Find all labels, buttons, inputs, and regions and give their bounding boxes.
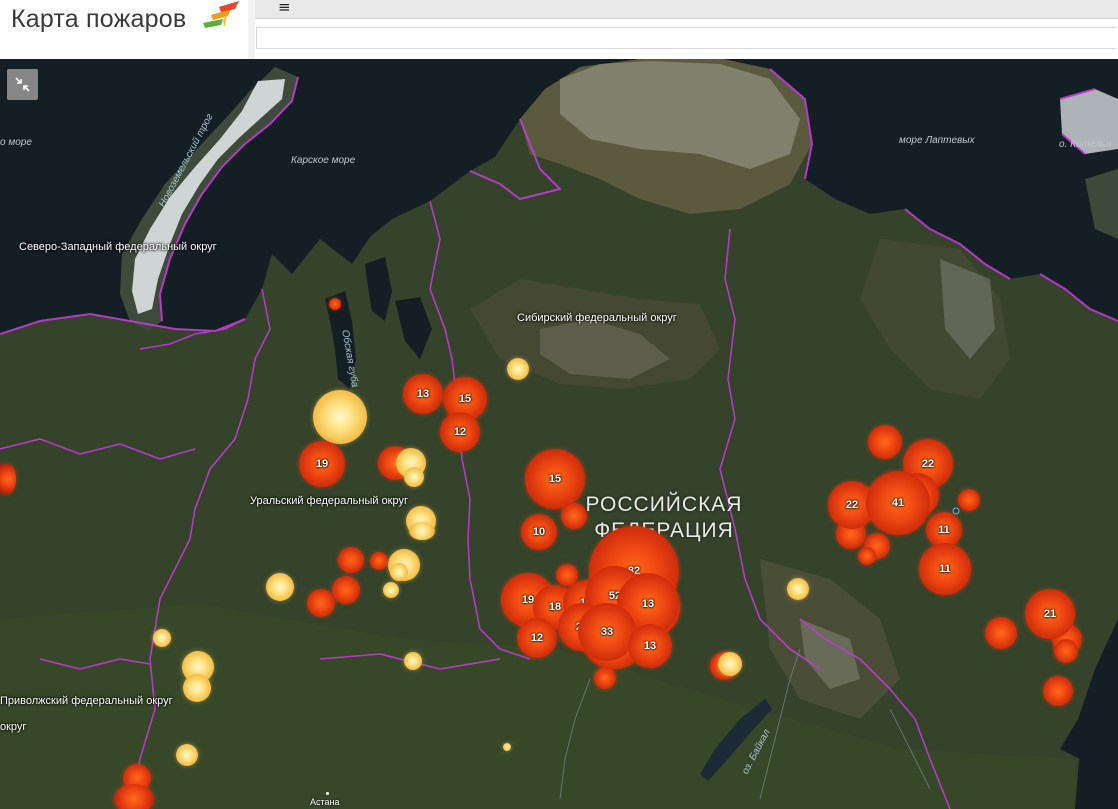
fire-marker[interactable]	[858, 547, 876, 565]
cluster-count: 41	[891, 497, 905, 509]
fire-marker[interactable]	[594, 667, 616, 689]
cluster-count: 11	[939, 563, 951, 575]
fire-marker[interactable]	[409, 522, 435, 540]
fire-cluster-marker[interactable]: 12	[517, 618, 557, 658]
cluster-count: 15	[548, 473, 562, 485]
laptev-sea-label: море Лаптевых	[899, 135, 975, 146]
fire-marker[interactable]	[329, 298, 341, 310]
fire-marker[interactable]	[114, 784, 154, 809]
collapse-arrows-icon	[15, 77, 30, 92]
fire-marker[interactable]	[718, 652, 742, 676]
kara-sea-label: Карское море	[291, 155, 356, 166]
header-bar: Карта пожаров ≡	[0, 0, 1118, 59]
app-title: Карта пожаров	[11, 5, 187, 33]
fire-marker[interactable]	[985, 617, 1017, 649]
fire-cluster-marker[interactable]: 13	[628, 624, 672, 668]
collapse-map-button[interactable]	[7, 69, 38, 100]
fire-marker[interactable]	[787, 578, 809, 600]
cluster-count: 13	[416, 388, 430, 400]
fire-marker[interactable]	[370, 552, 388, 570]
fire-marker[interactable]	[313, 390, 367, 444]
siberia-district-label: Сибирский федеральный округ	[517, 312, 677, 324]
fire-marker[interactable]	[1054, 639, 1078, 663]
astana-city-label: Астана	[310, 797, 340, 807]
header-divider	[248, 0, 255, 59]
fire-marker[interactable]	[390, 563, 408, 581]
cluster-count: 13	[641, 598, 655, 610]
cluster-count: 33	[600, 626, 614, 638]
fire-marker[interactable]	[404, 652, 422, 670]
search-input[interactable]	[256, 27, 1116, 49]
cluster-count: 13	[643, 640, 657, 652]
fire-marker[interactable]	[383, 582, 399, 598]
cluster-count: 22	[921, 458, 935, 470]
hamburger-menu-icon[interactable]: ≡	[278, 0, 291, 16]
fire-cluster-marker[interactable]: 15	[525, 449, 585, 509]
fire-marker[interactable]	[0, 464, 16, 494]
fire-cluster-marker[interactable]: 11	[919, 543, 971, 595]
fire-cluster-marker[interactable]: 10	[521, 514, 557, 550]
fire-marker[interactable]	[338, 547, 364, 573]
fire-cluster-marker[interactable]: 12	[440, 412, 480, 452]
fire-marker[interactable]	[868, 425, 902, 459]
country-label-line1: РОССИЙСКАЯ	[585, 493, 743, 516]
cluster-count: 22	[845, 499, 859, 511]
cluster-count: 18	[548, 601, 562, 613]
cluster-count: 12	[453, 426, 467, 438]
fire-map[interactable]: о море Карское море море Лаптевых о. Кот…	[0, 59, 1118, 809]
toolbar: ≡	[255, 0, 1118, 19]
cluster-count: 11	[938, 524, 950, 536]
volga-district-label: Приволжский федеральный округ	[0, 695, 173, 707]
barents-sea-label: о море	[0, 137, 32, 148]
cluster-count: 15	[458, 393, 472, 405]
cluster-count: 10	[532, 526, 546, 538]
fire-marker[interactable]	[1043, 676, 1073, 706]
fire-marker[interactable]	[176, 744, 198, 766]
cluster-count: 19	[315, 458, 329, 470]
fire-cluster-marker[interactable]: 21	[1025, 589, 1075, 639]
fire-marker[interactable]	[958, 489, 980, 511]
ural-district-label: Уральский федеральный округ	[250, 495, 409, 507]
fire-cluster-marker[interactable]: 33	[578, 603, 636, 661]
fire-marker[interactable]	[507, 358, 529, 380]
fire-marker[interactable]	[404, 467, 424, 487]
fire-marker[interactable]	[266, 573, 294, 601]
astana-city-dot	[326, 792, 329, 795]
fire-cluster-marker[interactable]: 13	[403, 374, 443, 414]
fire-marker[interactable]	[503, 743, 511, 751]
flame-logo-icon	[203, 1, 239, 28]
cluster-count: 21	[1043, 608, 1057, 620]
fire-marker[interactable]	[153, 629, 171, 647]
fire-marker[interactable]	[307, 589, 335, 617]
fire-cluster-marker[interactable]: 19	[299, 441, 345, 487]
cluster-count: 12	[530, 632, 544, 644]
northwest-district-label: Северо-Западный федеральный округ	[19, 241, 217, 253]
fire-marker[interactable]	[183, 674, 211, 702]
volga-district-label-2: округ	[0, 721, 27, 733]
fire-cluster-marker[interactable]: 41	[866, 471, 930, 535]
fire-marker[interactable]	[332, 576, 360, 604]
kotelny-island-label: о. Котельн	[1059, 139, 1112, 150]
